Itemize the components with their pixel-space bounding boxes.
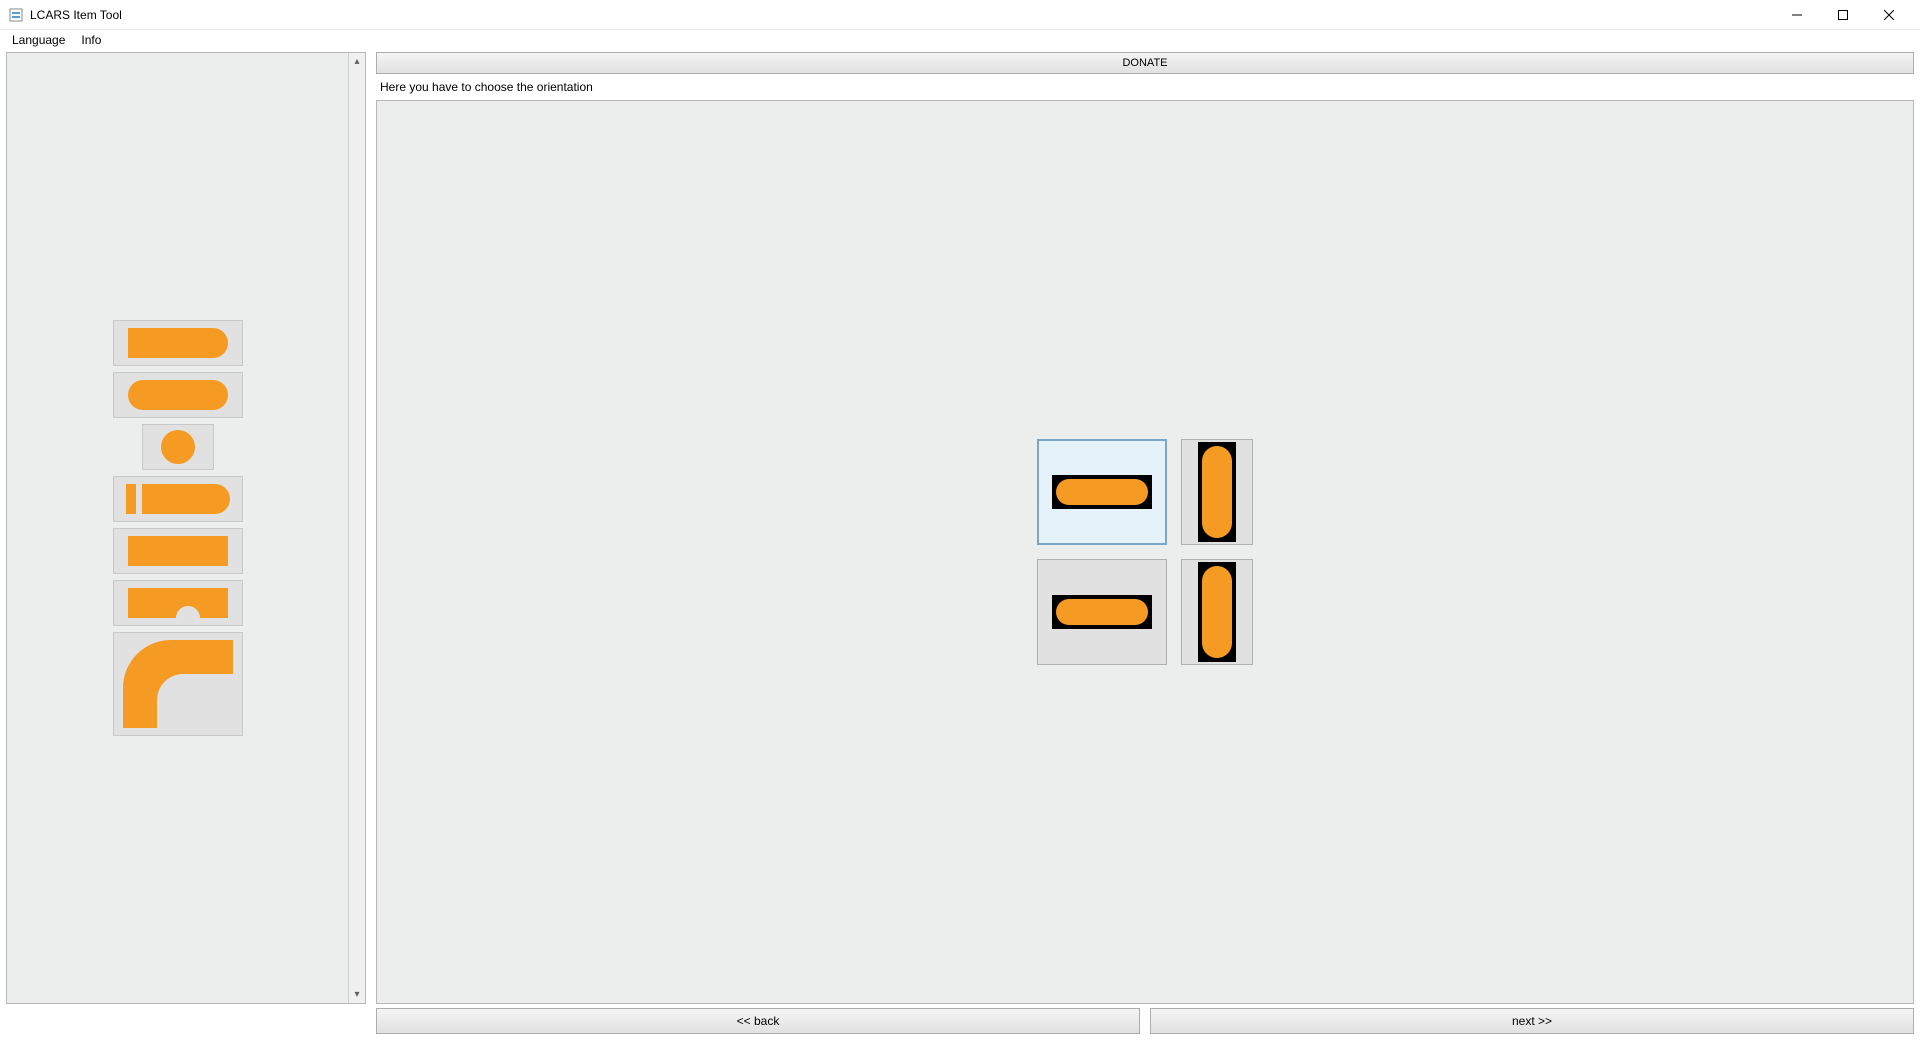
orientation-canvas: [376, 100, 1914, 1004]
donate-button[interactable]: DONATE: [376, 52, 1914, 74]
menubar: Language Info: [0, 30, 1920, 50]
orientation-horizontal-2[interactable]: [1037, 559, 1167, 665]
orientation-horizontal-1[interactable]: [1037, 439, 1167, 545]
sidebar: ▴ ▾: [6, 52, 366, 1004]
maximize-button[interactable]: [1820, 0, 1866, 30]
app-icon: [8, 7, 24, 23]
shape-circle[interactable]: [142, 424, 214, 470]
minimize-button[interactable]: [1774, 0, 1820, 30]
shape-pill-bar[interactable]: [113, 372, 243, 418]
instruction-label: Here you have to choose the orientation: [376, 74, 1914, 100]
shape-split-bar[interactable]: [113, 476, 243, 522]
close-button[interactable]: [1866, 0, 1912, 30]
orientation-vertical-1[interactable]: [1181, 439, 1253, 545]
next-button[interactable]: next >>: [1150, 1008, 1914, 1034]
window-title: LCARS Item Tool: [30, 8, 122, 22]
menu-language[interactable]: Language: [4, 31, 73, 49]
scroll-down-icon[interactable]: ▾: [349, 986, 365, 1003]
menu-info[interactable]: Info: [73, 31, 109, 49]
shape-elbow-curve[interactable]: [113, 632, 243, 736]
back-button[interactable]: << back: [376, 1008, 1140, 1034]
orientation-vertical-2[interactable]: [1181, 559, 1253, 665]
sidebar-scrollbar[interactable]: ▴ ▾: [348, 53, 365, 1003]
shape-notched-bar[interactable]: [113, 580, 243, 626]
scroll-up-icon[interactable]: ▴: [349, 53, 365, 70]
shape-rectangle-bar[interactable]: [113, 528, 243, 574]
shape-rounded-right-bar[interactable]: [113, 320, 243, 366]
titlebar: LCARS Item Tool: [0, 0, 1920, 30]
